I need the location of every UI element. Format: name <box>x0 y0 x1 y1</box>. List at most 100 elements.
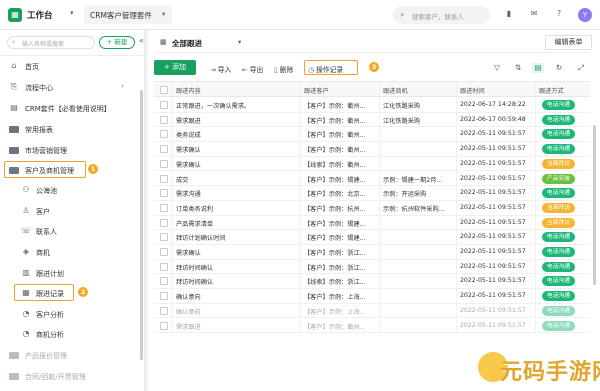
table-cell-content: 产品需求清单 <box>176 220 214 228</box>
table-row[interactable]: 拜访计划确认时间 【客户】示例：锡建... 2022-05-11 09:51:57 电… <box>154 230 590 245</box>
import-button[interactable]: ⇥ 导入 <box>210 64 231 74</box>
row-checkbox[interactable] <box>160 306 168 315</box>
select-all-checkbox[interactable] <box>160 86 168 94</box>
table-row[interactable]: 拜访时间确认 【客户】示例：浙江... 2022-05-11 09:51:57 电话沟… <box>154 259 590 275</box>
row-checkbox[interactable] <box>160 101 168 109</box>
table-cell-content: 拜访时间确认 <box>176 264 214 272</box>
row-checkbox[interactable] <box>160 321 168 330</box>
table-row[interactable]: 成交 【客户】示例：锡建... 示例：锡建一期2月... 2022-05-11 09:… <box>154 171 590 187</box>
sidebar-item-follow-plan[interactable]: ▥ 跟进计划 <box>0 263 140 283</box>
row-checkbox[interactable] <box>160 292 168 301</box>
table-cell-time: 2022-05-11 09:51:57 <box>460 321 526 329</box>
divider <box>300 274 301 289</box>
table-row[interactable]: 需求跟进 【客户】示例：衢州... 江化铁路采购 2022-06-17 00:59:4… <box>154 112 590 128</box>
divider <box>456 171 457 186</box>
table-row[interactable]: 类务说成 【客户】示例：衢州... 2022-05-11 09:51:57 电话沟通 <box>154 127 590 143</box>
message-icon[interactable]: ✉ <box>528 8 540 20</box>
sort-icon[interactable]: ⇅ <box>512 63 524 73</box>
row-checkbox[interactable] <box>160 262 168 271</box>
row-checkbox[interactable] <box>160 174 168 183</box>
sidebar-search-input[interactable]: ⌕ 输入名称或搜索 <box>7 36 95 49</box>
app-logo-icon[interactable]: ▦ <box>8 8 22 22</box>
row-checkbox[interactable] <box>160 203 168 212</box>
table-scrollbar[interactable] <box>593 125 596 285</box>
sidebar-item-flow-center[interactable]: ⎘ 流程中心 › <box>0 77 140 97</box>
view-selector[interactable]: ▦ 全部跟进 ▾ <box>156 35 246 50</box>
table-cell-time: 2022-06-17 14:28:22 <box>460 101 526 108</box>
top-bar: ▦ 工作台 ▾ CRM客户管理套件 ▾ ⌕ 搜索客户，联系人 ▮ ✉ ? Y <box>0 0 600 30</box>
column-header[interactable]: 跟进时间 <box>460 86 485 95</box>
sidebar-item-contracts[interactable]: 合同/回款/开票管理 <box>0 366 140 386</box>
avatar[interactable]: Y <box>578 8 592 22</box>
sidebar-item-label: 常用报表 <box>25 126 53 134</box>
divider <box>535 259 536 274</box>
app-tab[interactable]: CRM客户管理套件 ▾ <box>84 5 172 24</box>
delete-button[interactable]: ▯ 删除 <box>274 64 293 74</box>
table-row[interactable]: 需求跟进 【客户】示例：衢州... 2022-05-11 09:51:57 电话沟通 <box>154 318 590 334</box>
table-toolbar: + 添加 ⇥ 导入 ⇤ 导出 ▯ 删除 ◷ 操作记录 3 ▽ ⇅ ▤ ↻ ⤢ <box>148 58 600 76</box>
collapse-sidebar-icon[interactable]: « <box>139 36 144 45</box>
table-row[interactable]: 需求沟通 【客户】示例：北京... 示例：开运采购 2022-05-11 09:51:… <box>154 186 590 201</box>
divider <box>535 82 536 96</box>
global-search-input[interactable]: ⌕ 搜索客户，联系人 <box>393 6 490 24</box>
table-row[interactable]: 订单类务说利 【客户】示例：杭州... 示例：杭州软件采购... 2022-05-11… <box>154 200 590 216</box>
row-checkbox[interactable] <box>160 218 168 227</box>
opportunity-icon: ◈ <box>22 247 30 256</box>
table-row[interactable]: 正常跟进，一次确认需求。 【客户】示例：衢州... 江化铁路采购 2022-06-17… <box>154 98 590 113</box>
sidebar-item-customer[interactable]: ♙ 客户 <box>0 201 140 221</box>
chevron-down-icon[interactable]: ▾ <box>70 9 74 17</box>
column-header[interactable]: 跟进内容 <box>176 86 201 95</box>
table-row[interactable]: 拜访时间确认 【线索】示例：浙江... 2022-05-11 09:51:57 电话沟… <box>154 274 590 290</box>
add-button[interactable]: + 添加 <box>154 60 196 75</box>
divider <box>172 259 173 274</box>
table-cell-time: 2022-05-11 09:51:57 <box>460 218 526 226</box>
fullscreen-icon[interactable]: ⤢ <box>575 63 587 73</box>
column-header[interactable]: 跟进商机 <box>383 86 408 95</box>
divider <box>456 112 457 127</box>
sidebar-item-crm-guide[interactable]: ▤ CRM套件【必看使用说明】 <box>0 98 140 118</box>
table-row[interactable]: 确认意向 【客户】示例：上海... 2022-05-11 09:51:57 电话沟通 <box>154 289 590 304</box>
row-checkbox[interactable] <box>160 277 168 286</box>
sidebar-item-customer-analysis[interactable]: ◔ 客户分析 <box>0 304 140 324</box>
table-row[interactable]: 需求确认 【客户】示例：衢州... 2022-05-11 09:51:57 电话沟通 <box>154 142 590 157</box>
row-checkbox[interactable] <box>160 189 168 198</box>
sidebar-item-opportunity-analysis[interactable]: ◔ 商机分析 <box>0 324 140 344</box>
divider <box>172 82 173 96</box>
column-header[interactable]: 跟进方式 <box>539 86 564 95</box>
refresh-icon[interactable]: ↻ <box>553 63 565 73</box>
row-checkbox[interactable] <box>160 145 168 154</box>
sidebar-item-reports[interactable]: 常用报表 <box>0 119 140 139</box>
sidebar-item-opportunity[interactable]: ◈ 商机 <box>0 242 140 262</box>
row-checkbox[interactable] <box>160 248 168 256</box>
sidebar-item-home[interactable]: ⌂ 首页 <box>0 56 140 76</box>
sidebar-item-quotes[interactable]: 产品报价管理 <box>0 345 140 365</box>
sidebar-item-public-pool[interactable]: ⚇ 公海池 <box>0 180 140 200</box>
row-checkbox[interactable] <box>160 130 168 139</box>
row-checkbox[interactable] <box>160 233 168 242</box>
workspace-title[interactable]: 工作台 <box>27 9 53 21</box>
notification-icon[interactable]: ▮ <box>503 8 515 20</box>
method-badge: 电话沟通 <box>542 276 575 287</box>
table-row[interactable]: 需求确认 【线索】示例：衢州... 2022-05-11 09:51:57 当面拜访 <box>154 156 590 172</box>
table-cell-customer: 【客户】示例：衢州... <box>304 147 366 155</box>
method-badge: 电话沟通 <box>542 291 575 302</box>
table-row[interactable]: 产品需求清单 【客户】示例：锡建... 2022-05-11 09:51:57 当面拜… <box>154 215 590 231</box>
row-checkbox[interactable] <box>160 159 168 168</box>
export-button[interactable]: ⇤ 导出 <box>242 64 263 74</box>
sidebar-scrollbar[interactable] <box>140 90 143 360</box>
operation-log-button[interactable]: ◷ 操作记录 <box>308 64 343 74</box>
help-icon[interactable]: ? <box>553 8 565 20</box>
sidebar-item-marketing[interactable]: 市场营销管理 <box>0 140 140 160</box>
export-icon: ⇤ <box>242 66 248 74</box>
sidebar-item-contacts[interactable]: ☏ 联系人 <box>0 221 140 241</box>
table-row[interactable]: 确认意向 【客户】示例：上海... 2022-05-11 09:51:57 电话沟通 <box>154 303 590 319</box>
edit-form-button[interactable]: 编辑表单 <box>545 35 592 50</box>
filter-icon[interactable]: ▽ <box>491 63 503 73</box>
table-row[interactable]: 需求确认 【客户】示例：浙江... 2022-05-11 09:51:57 电话沟通 <box>154 245 590 260</box>
column-header[interactable]: 跟进客户 <box>304 86 329 95</box>
new-button[interactable]: + 新建 <box>99 36 135 49</box>
row-checkbox[interactable] <box>160 115 168 124</box>
divider <box>172 127 173 142</box>
step-marker-2: 2 <box>78 287 88 297</box>
row-height-icon[interactable]: ▤ <box>532 63 544 73</box>
